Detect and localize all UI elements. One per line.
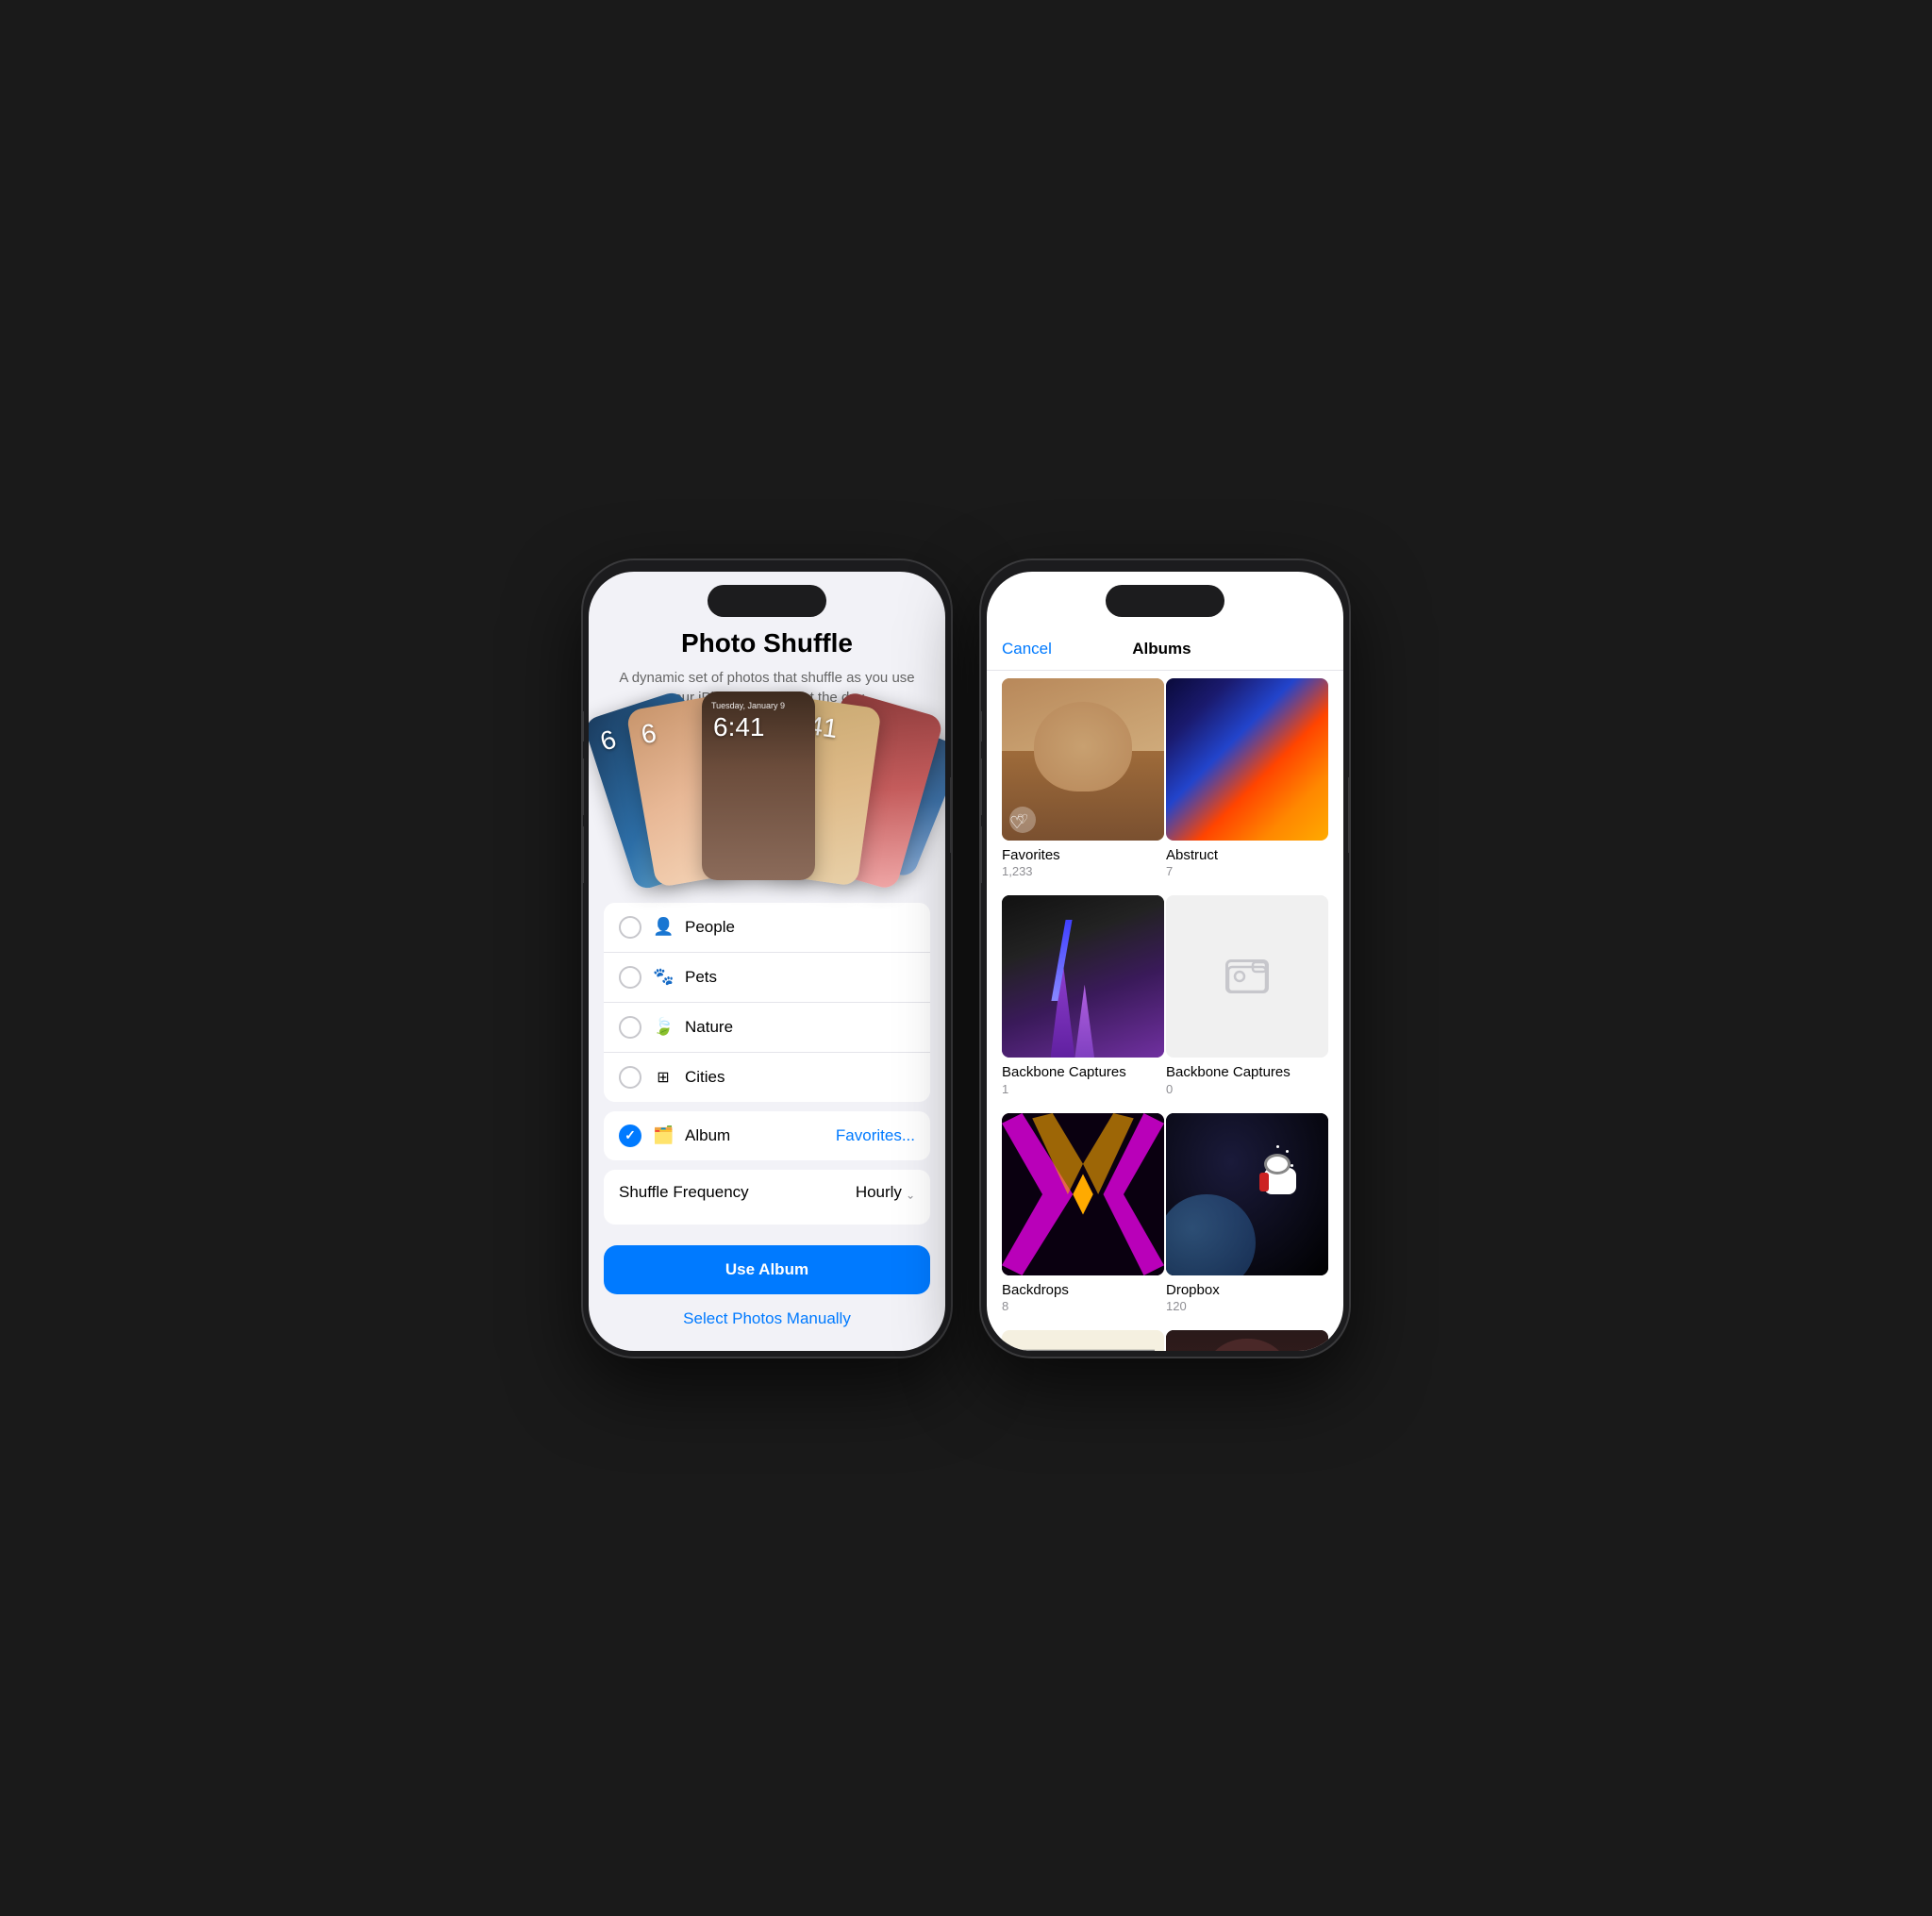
album-favorites-name: Favorites — [1002, 846, 1164, 865]
radio-pets[interactable] — [619, 966, 641, 989]
albums-title: Albums — [1132, 640, 1191, 658]
album-backbone1-name: Backbone Captures — [1002, 1063, 1164, 1082]
power-button[interactable] — [950, 777, 951, 853]
option-people-label: People — [685, 918, 915, 937]
option-album[interactable]: 🗂️ Album Favorites... — [604, 1111, 930, 1160]
volume-down-button[interactable] — [583, 826, 584, 883]
person-icon: 👤 — [653, 917, 674, 937]
album-option-group: 🗂️ Album Favorites... — [604, 1111, 930, 1160]
phone-1-screen: Photo Shuffle A dynamic set of photos th… — [589, 572, 945, 1351]
album-favorites-count: 1,233 — [1002, 864, 1164, 878]
option-nature[interactable]: 🍃 Nature — [604, 1003, 930, 1053]
select-photos-link[interactable]: Select Photos Manually — [683, 1309, 851, 1328]
option-cities[interactable]: ⊞ Cities — [604, 1053, 930, 1102]
preview-card-stack: 6 6 Tuesday, January 9 6:41 3:41 41 41 — [589, 726, 945, 880]
shuffle-frequency-value[interactable]: Hourly — [856, 1183, 915, 1202]
volume-up-button[interactable] — [583, 758, 584, 815]
album-dropbox-name: Dropbox — [1166, 1281, 1328, 1300]
album-abstruct[interactable]: Abstruct 7 — [1166, 678, 1328, 879]
shuffle-frequency-label: Shuffle Frequency — [619, 1183, 856, 1202]
paw-icon: 🐾 — [653, 967, 674, 987]
dynamic-island-2 — [1106, 585, 1224, 617]
use-album-button[interactable]: Use Album — [604, 1245, 930, 1294]
cancel-button[interactable]: Cancel — [1002, 640, 1052, 658]
heart-icon: ♡ — [1009, 807, 1036, 833]
album-thumb-favorites: ♡ — [1002, 678, 1164, 841]
album-backbone1-count: 1 — [1002, 1082, 1164, 1096]
option-people[interactable]: 👤 People — [604, 903, 930, 953]
option-pets-label: Pets — [685, 968, 915, 987]
radio-cities[interactable] — [619, 1066, 641, 1089]
card-time-barrel: 6:41 — [713, 712, 765, 742]
album-abstruct-count: 7 — [1166, 864, 1328, 878]
page-title: Photo Shuffle — [681, 628, 853, 658]
album-backdrops[interactable]: Backdrops 8 — [1002, 1113, 1164, 1314]
shuffle-frequency-row[interactable]: Shuffle Frequency Hourly — [604, 1170, 930, 1215]
phone-1: Photo Shuffle A dynamic set of photos th… — [583, 560, 951, 1357]
card-time-p1: 6 — [639, 718, 658, 750]
preview-card-barrel: Tuesday, January 9 6:41 — [702, 691, 815, 880]
checkmark-album[interactable] — [619, 1125, 641, 1147]
bottom-actions: Use Album Select Photos Manually — [589, 1234, 945, 1351]
album-backdrops-count: 8 — [1002, 1299, 1164, 1313]
phone-2: Cancel Albums ♡ Favorites 1,233 — [981, 560, 1349, 1357]
albums-header: Cancel Albums — [987, 628, 1343, 671]
volume-up-button-2[interactable] — [981, 758, 982, 815]
album-icon: 🗂️ — [653, 1125, 674, 1145]
album-thumb-backbone2 — [1166, 895, 1328, 1058]
photo-shuffle-screen: Photo Shuffle A dynamic set of photos th… — [589, 572, 945, 1351]
dynamic-island-1 — [708, 585, 826, 617]
category-options-group: 👤 People 🐾 Pets 🍃 Nature — [604, 903, 930, 1102]
album-abstruct-name: Abstruct — [1166, 846, 1328, 865]
album-thumb-plans: SALA CUARTO BAÑO — [1002, 1330, 1164, 1351]
album-dropbox-count: 120 — [1166, 1299, 1328, 1313]
album-value[interactable]: Favorites... — [836, 1126, 915, 1145]
album-thumb-abstruct — [1166, 678, 1328, 841]
power-button-2[interactable] — [1348, 777, 1349, 853]
option-cities-label: Cities — [685, 1068, 915, 1087]
albums-screen: Cancel Albums ♡ Favorites 1,233 — [987, 572, 1343, 1351]
option-nature-label: Nature — [685, 1018, 915, 1037]
album-person3[interactable] — [1166, 1330, 1328, 1351]
volume-down-button-2[interactable] — [981, 826, 982, 883]
building-icon: ⊞ — [653, 1068, 674, 1087]
album-favorites[interactable]: ♡ Favorites 1,233 — [1002, 678, 1164, 879]
album-backbone2-name: Backbone Captures — [1166, 1063, 1328, 1082]
option-pets[interactable]: 🐾 Pets — [604, 953, 930, 1003]
radio-nature[interactable] — [619, 1016, 641, 1039]
shuffle-frequency-group: Shuffle Frequency Hourly — [604, 1170, 930, 1225]
leaf-icon: 🍃 — [653, 1017, 674, 1037]
album-thumb-backdrops — [1002, 1113, 1164, 1275]
album-backbone2-count: 0 — [1166, 1082, 1328, 1096]
album-backbone2[interactable]: Backbone Captures 0 — [1166, 895, 1328, 1096]
albums-grid: ♡ Favorites 1,233 Abstruct 7 — [987, 671, 1343, 1351]
album-thumb-dropbox — [1166, 1113, 1328, 1275]
album-dropbox[interactable]: Dropbox 120 — [1166, 1113, 1328, 1314]
radio-people[interactable] — [619, 916, 641, 939]
card-time-city: 6 — [596, 724, 620, 757]
options-container: 👤 People 🐾 Pets 🍃 Nature — [589, 903, 945, 1234]
album-thumb-backbone1 — [1002, 895, 1164, 1058]
album-thumb-person3 — [1166, 1330, 1328, 1351]
album-backdrops-name: Backdrops — [1002, 1281, 1164, 1300]
album-plans[interactable]: SALA CUARTO BAÑO — [1002, 1330, 1164, 1351]
album-backbone1[interactable]: Backbone Captures 1 — [1002, 895, 1164, 1096]
card-date: Tuesday, January 9 — [711, 701, 785, 710]
option-album-label: Album — [685, 1126, 824, 1145]
phone-2-screen: Cancel Albums ♡ Favorites 1,233 — [987, 572, 1343, 1351]
